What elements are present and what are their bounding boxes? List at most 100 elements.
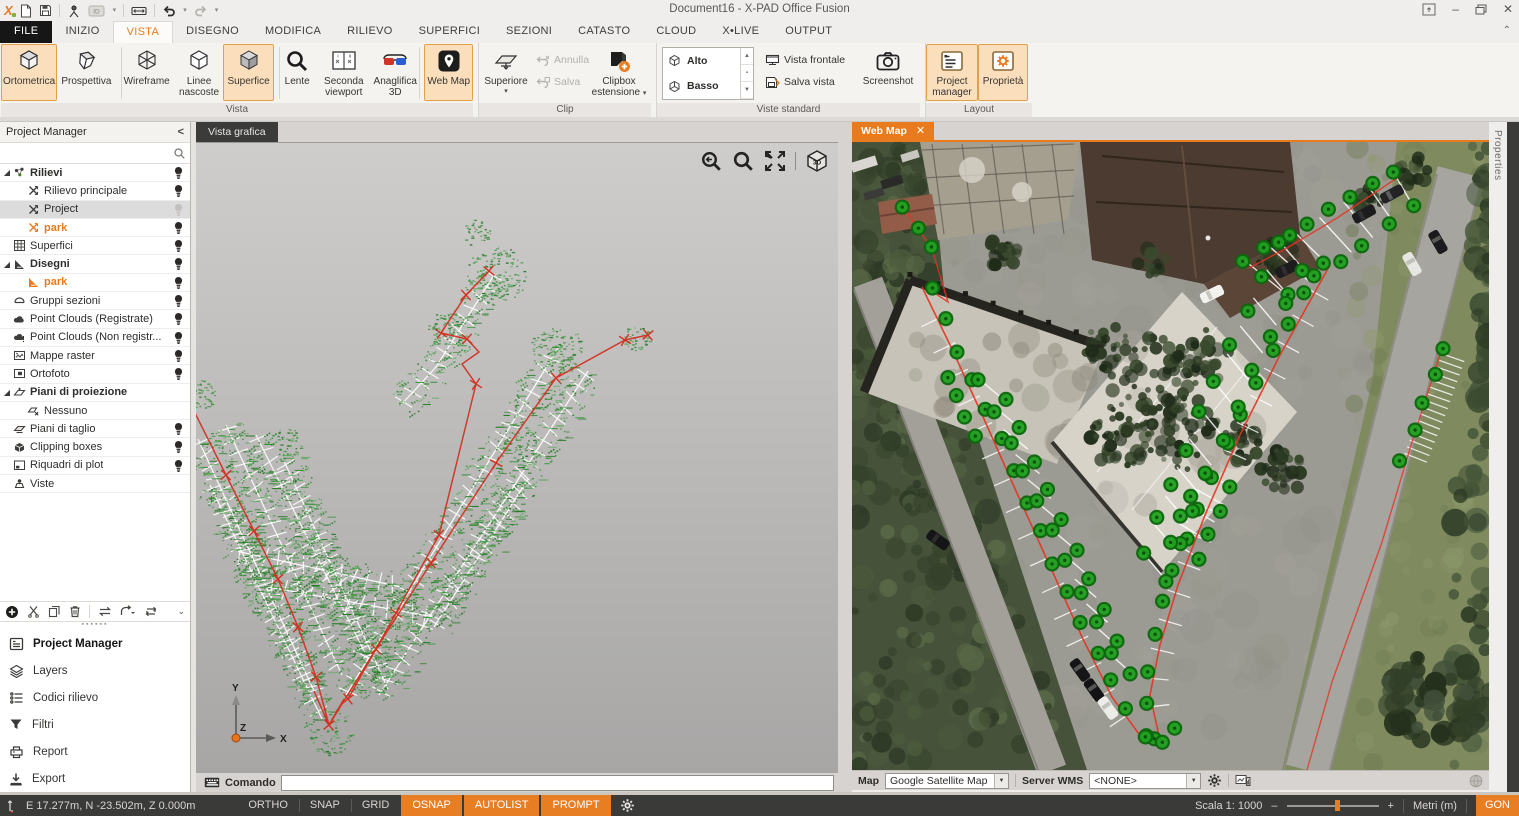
restore-button[interactable] [1475,4,1487,15]
tab-properties[interactable]: Properties [1492,130,1503,181]
menu-tab-catasto[interactable]: CATASTO [565,21,643,43]
ribbon-options-icon[interactable] [1422,3,1436,16]
lente-button[interactable]: Lente [277,44,318,101]
tree-item-clipping-boxes[interactable]: Clipping boxes [0,438,190,456]
zoom-minus[interactable]: – [1271,800,1277,812]
tree-item-ortofoto[interactable]: Ortofoto [0,365,190,383]
menu-tab-inizio[interactable]: INIZIO [52,21,112,43]
prospettiva-button[interactable]: Prospettiva [57,44,115,101]
visibility-bulb-icon[interactable] [173,367,184,381]
menu-tab-vista[interactable]: VISTA [113,21,173,43]
toolbar-overflow-chevron-icon[interactable]: ⌄ [177,606,185,617]
menu-tab-superfici[interactable]: SUPERFICI [406,21,493,43]
refresh-button[interactable] [144,605,158,618]
tree-expander-icon[interactable]: ◢ [2,168,12,177]
menu-tab-sezioni[interactable]: SEZIONI [493,21,565,43]
visibility-bulb-icon[interactable] [173,203,184,217]
close-tab-icon[interactable]: ✕ [916,121,925,141]
tree-item-piani-di-proiezione[interactable]: ◢Piani di proiezione [0,384,190,402]
view-basso-item[interactable]: Basso [663,74,740,100]
tree-item-mappe-raster[interactable]: Mappe raster [0,347,190,365]
delete-button[interactable] [69,605,81,618]
superiore-button[interactable]: Superiore ▾ [479,44,533,101]
toggle-snap[interactable]: SNAP [299,795,351,816]
linee-nascoste-button[interactable]: Linee nascoste [175,44,224,101]
tree-expander-icon[interactable]: ◢ [2,388,12,397]
chevron-down-icon[interactable]: ▼ [1186,774,1200,788]
tree-item-park[interactable]: park [0,274,190,292]
visibility-bulb-icon[interactable] [173,276,184,290]
salva-vista-button[interactable]: Salva vista [762,74,850,90]
screenshot-button[interactable]: Screenshot [858,44,918,101]
web-map-view[interactable] [852,142,1489,770]
visibility-bulb-icon[interactable] [173,257,184,271]
toggle-ortho[interactable]: ORTHO [237,795,299,816]
superfice-button[interactable]: Superfice [223,44,273,101]
tree-item-point-clouds-registrate[interactable]: Point Clouds (Registrate) [0,310,190,328]
cad-viewport[interactable]: 3D [196,142,838,772]
map-settings-gear-icon[interactable] [1207,773,1222,788]
vista-frontale-button[interactable]: Vista frontale [762,52,850,68]
anaglifica-button[interactable]: Anaglifica 3D [370,44,420,101]
map-image-export-icon[interactable] [1235,774,1251,787]
units-label[interactable]: Metri (m) [1413,800,1457,812]
sidebar-item-export[interactable]: Export [0,765,190,792]
copy-button[interactable] [48,605,61,618]
zoom-fit-icon[interactable] [764,150,786,172]
visibility-bulb-icon[interactable] [173,331,184,345]
toggle-prompt[interactable]: PROMPT [541,795,610,816]
tree-item-piani-di-taglio[interactable]: Piani di taglio [0,420,190,438]
wireframe-button[interactable]: Wireframe [119,44,175,101]
web-map-button[interactable]: Web Map [424,44,473,101]
minimize-button[interactable]: – [1452,2,1459,17]
tab-web-map[interactable]: Web Map ✕ [852,122,934,140]
sidebar-item-filtri[interactable]: Filtri [0,711,190,738]
visibility-bulb-icon[interactable] [173,294,184,308]
visibility-bulb-icon[interactable] [173,184,184,198]
visibility-bulb-icon[interactable] [173,422,184,436]
cad-canvas[interactable] [196,143,838,773]
search-icon[interactable] [173,147,186,160]
visibility-bulb-icon[interactable] [173,459,184,473]
tree-item-superfici[interactable]: Superfici [0,237,190,255]
menu-tab-modifica[interactable]: MODIFICA [252,21,334,43]
visibility-bulb-icon[interactable] [173,312,184,326]
chevron-down-icon[interactable]: ▼ [994,774,1008,788]
project-manager-button[interactable]: Project manager [926,44,978,101]
menu-tab-cloud[interactable]: CLOUD [643,21,709,43]
zoom-window-icon[interactable] [732,150,755,173]
seconda-viewport-button[interactable]: III Seconda viewport [318,44,370,101]
view-cube-3d-icon[interactable]: 3D [805,149,829,173]
collapse-panel-icon[interactable]: < [178,126,184,138]
angle-units-badge[interactable]: GON [1476,795,1519,816]
tree-item-gruppi-sezioni[interactable]: Gruppi sezioni [0,292,190,310]
tree-item-rilievo-principale[interactable]: Rilievo principale [0,182,190,200]
add-item-button[interactable] [5,605,19,619]
tree-item-project[interactable]: Project [0,201,190,219]
status-gear-icon[interactable] [620,798,635,813]
search-input[interactable] [4,145,173,161]
visibility-bulb-icon[interactable] [173,349,184,363]
close-button[interactable]: ✕ [1503,2,1513,17]
visibility-bulb-icon[interactable] [173,440,184,454]
panel-splitter-handle[interactable]: ▪▪▪▪▪▪ [0,622,190,630]
visibility-bulb-icon[interactable] [173,221,184,235]
zoom-plus[interactable]: + [1388,800,1394,812]
tree-item-disegni[interactable]: ◢Disegni [0,255,190,273]
toggle-grid[interactable]: GRID [351,795,401,816]
salva-clip-button[interactable]: Salva [533,74,588,90]
proprieta-button[interactable]: Proprietà [978,44,1028,101]
zoom-previous-icon[interactable] [700,150,723,173]
menu-tab-output[interactable]: OUTPUT [772,21,845,43]
tree-item-nessuno[interactable]: Nessuno [0,402,190,420]
tree-item-riquadri-di-plot[interactable]: Riquadri di plot [0,457,190,475]
annulla-button[interactable]: Annulla [533,52,588,68]
menu-tab-x-live[interactable]: X•LIVE [709,21,772,43]
map-provider-select[interactable]: Google Satellite Map ▼ [885,773,1009,789]
command-input[interactable] [281,775,834,791]
sidebar-item-codici-rilievo[interactable]: Codici rilievo [0,684,190,711]
satellite-map-canvas[interactable] [852,142,1489,770]
listbox-spinner[interactable]: ▲ ▪ ▼ [740,48,753,99]
collapse-ribbon-chevron-icon[interactable]: ⌃ [1503,25,1511,36]
standard-views-listbox[interactable]: Alto Basso ▲ ▪ ▼ [662,47,754,100]
